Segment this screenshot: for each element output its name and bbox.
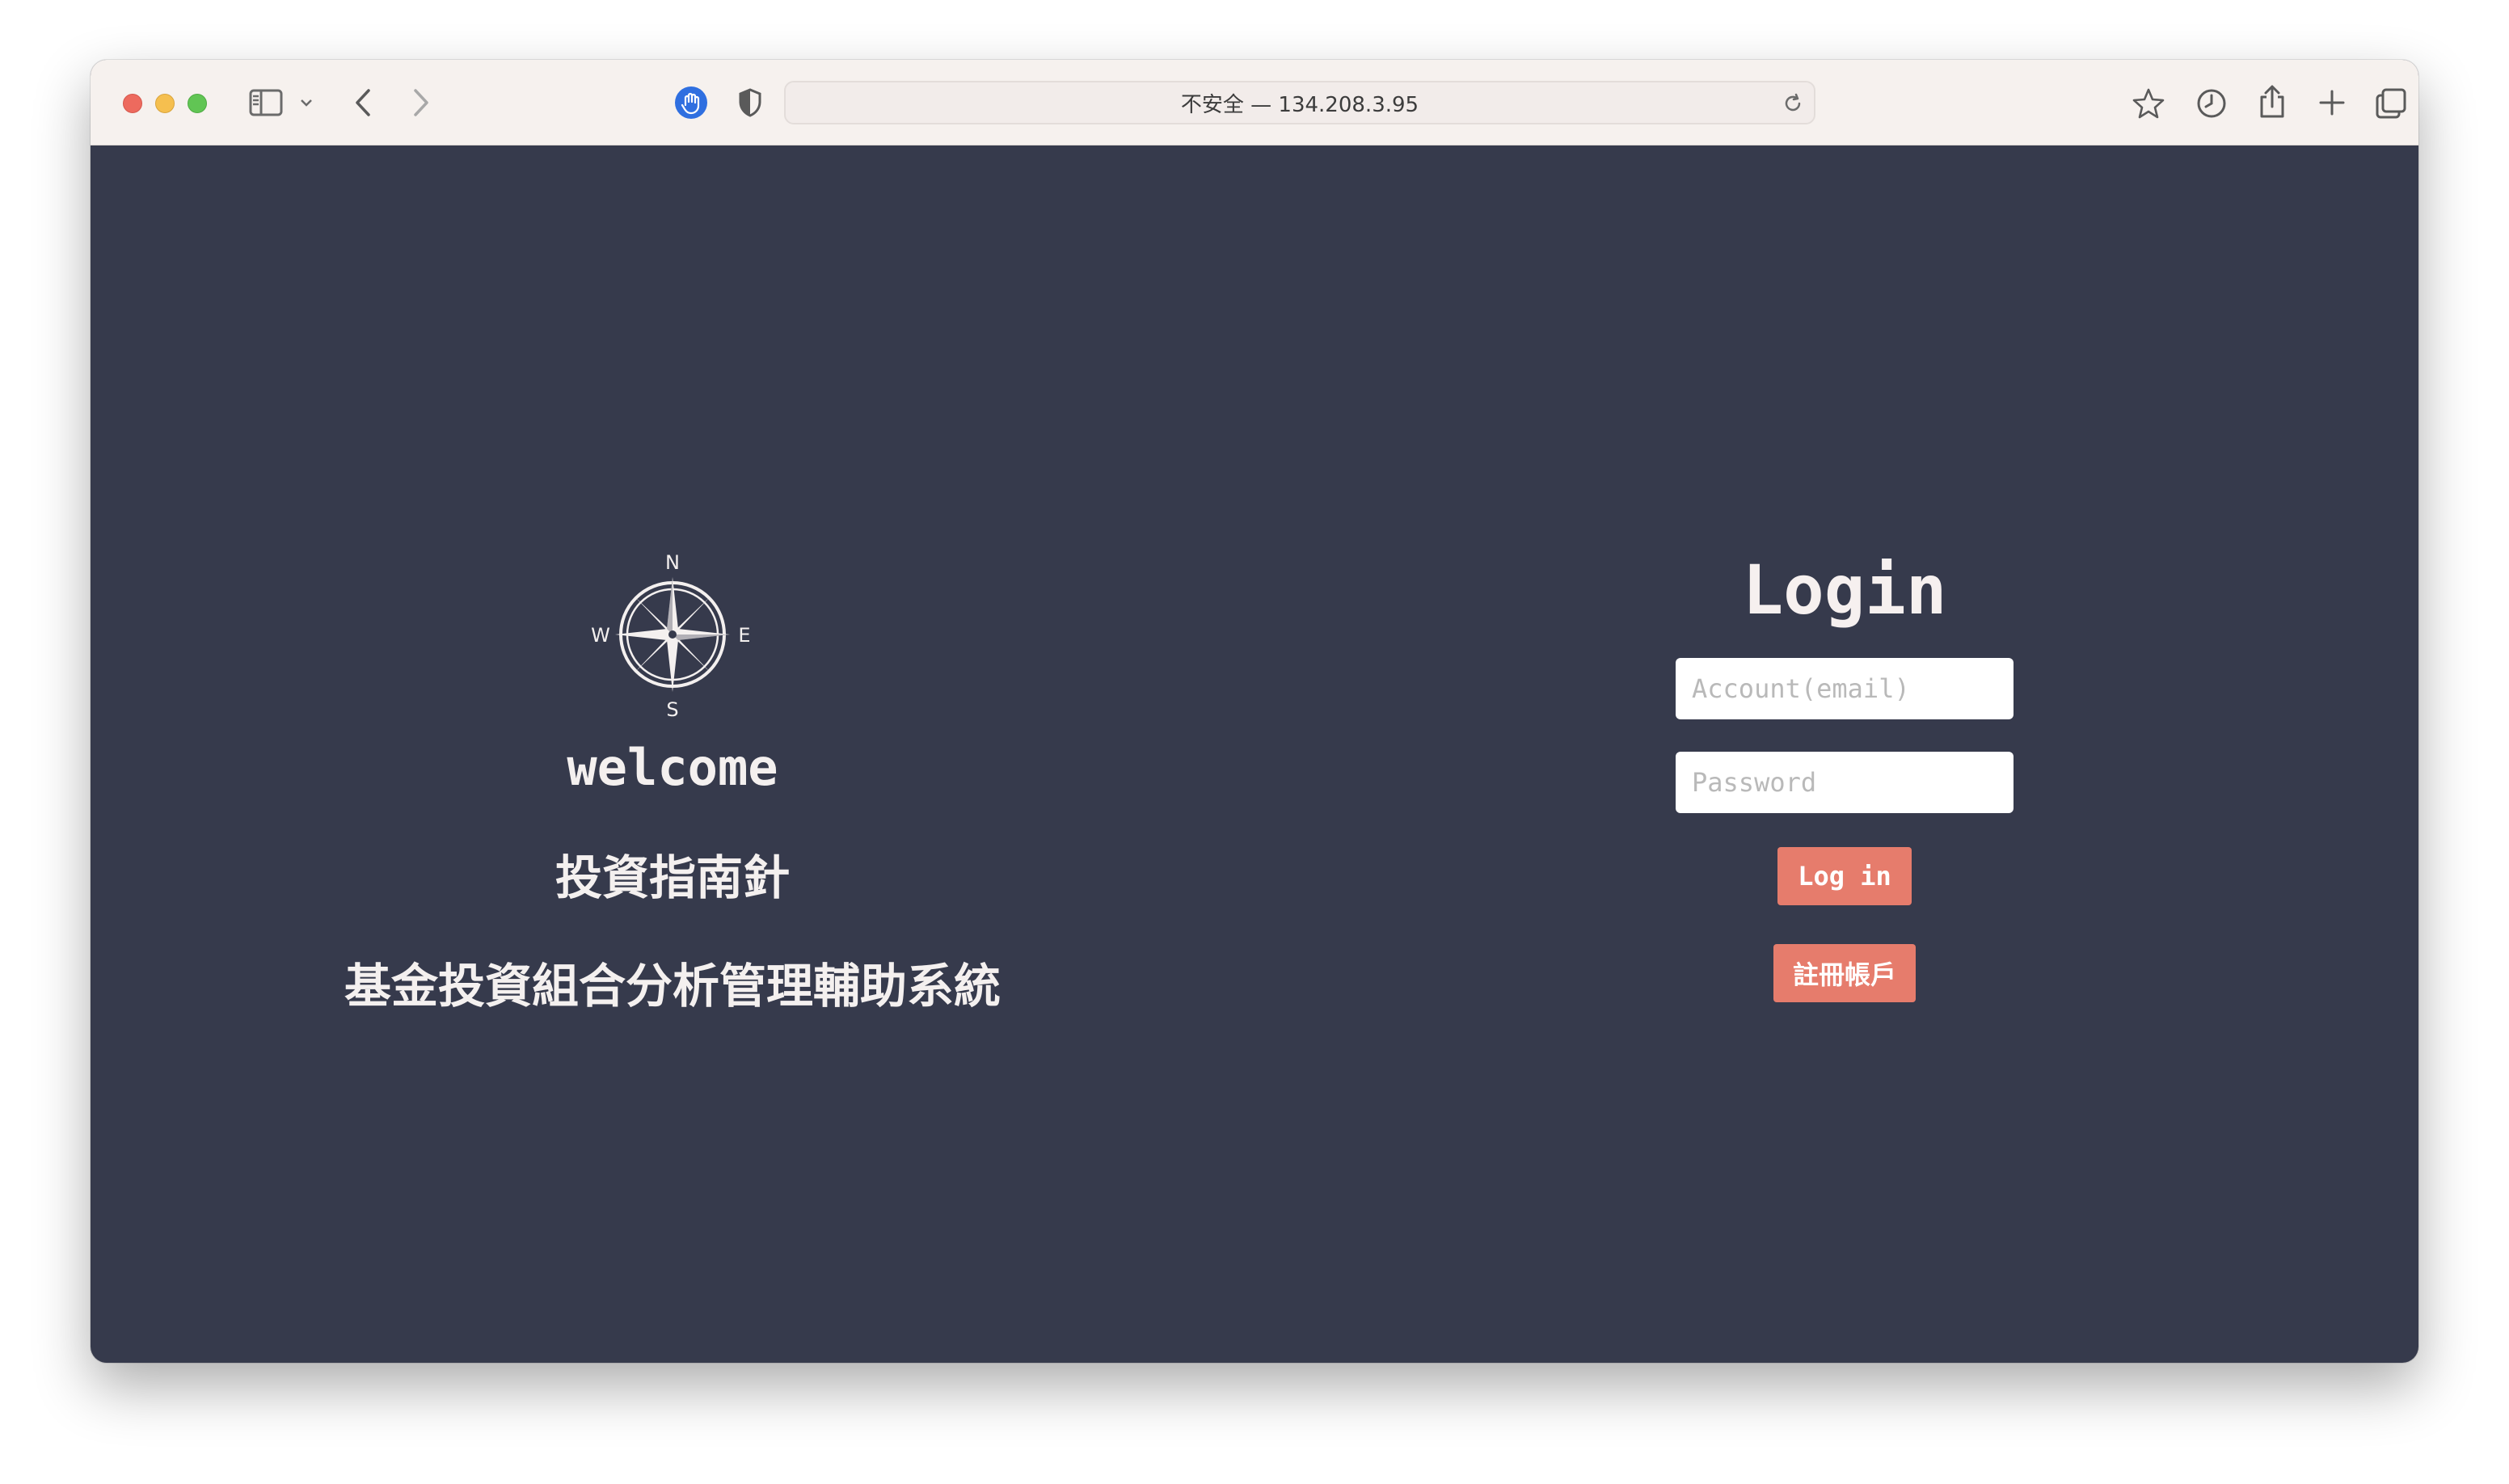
account-email-input[interactable] <box>1676 658 2014 719</box>
register-account-button[interactable]: 註冊帳戶 <box>1773 944 1916 1002</box>
browser-toolbar: 不安全 — 134.208.3.95 <box>91 60 2418 145</box>
back-icon[interactable] <box>352 87 373 118</box>
privacy-report-icon[interactable] <box>674 86 708 120</box>
login-button[interactable]: Log in <box>1777 847 1912 905</box>
shield-icon[interactable] <box>737 87 763 118</box>
window-close-button[interactable] <box>123 94 142 113</box>
address-bar[interactable]: 不安全 — 134.208.3.95 <box>784 81 1815 124</box>
compass-logo-icon: N S W E <box>591 551 750 719</box>
password-input[interactable] <box>1676 752 2014 813</box>
browser-window: 不安全 — 134.208.3.95 N S W E welcome 投資指南針… <box>91 60 2418 1363</box>
compass-north-label: N <box>665 551 680 574</box>
compass-south-label: S <box>666 698 678 719</box>
bookmark-star-icon[interactable] <box>2132 87 2165 120</box>
tab-overview-icon[interactable] <box>2375 87 2407 120</box>
brand-section: N S W E welcome 投資指南針 基金投資組合分析管理輔助系統 <box>293 550 1052 1018</box>
reload-icon[interactable] <box>1782 92 1804 119</box>
history-clock-icon[interactable] <box>2195 87 2228 120</box>
window-minimize-button[interactable] <box>155 94 175 113</box>
share-icon[interactable] <box>2257 84 2288 120</box>
sidebar-icon[interactable] <box>249 89 283 116</box>
app-subtitle: 基金投資組合分析管理輔助系統 <box>344 959 1001 1014</box>
new-tab-icon[interactable] <box>2318 89 2346 116</box>
page-content: N S W E welcome 投資指南針 基金投資組合分析管理輔助系統 Log… <box>91 145 2418 1363</box>
app-title: 投資指南針 <box>555 850 790 905</box>
login-heading: Login <box>1742 550 1947 630</box>
compass-west-label: W <box>591 624 610 647</box>
welcome-text: welcome <box>567 738 778 797</box>
compass-east-label: E <box>738 624 750 647</box>
address-text: 不安全 — 134.208.3.95 <box>1180 92 1419 117</box>
login-form: Login Log in 註冊帳戶 <box>1642 550 2047 1002</box>
chevron-down-icon[interactable] <box>299 95 314 110</box>
window-zoom-button[interactable] <box>188 94 207 113</box>
forward-icon[interactable] <box>411 87 432 118</box>
